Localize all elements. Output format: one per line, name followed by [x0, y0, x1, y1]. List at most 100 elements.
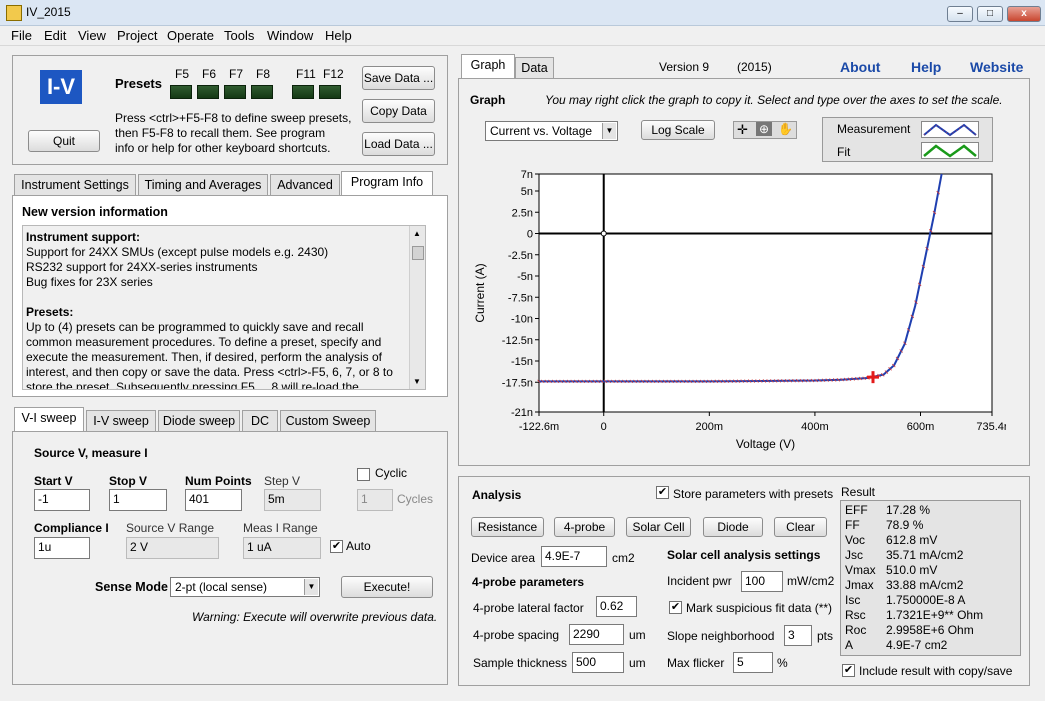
- result-key: EFF: [845, 503, 868, 517]
- sense-mode-value: 2-pt (local sense): [175, 580, 268, 594]
- tab-program-info[interactable]: Program Info: [341, 171, 433, 195]
- tab-diode-sweep[interactable]: Diode sweep: [158, 410, 240, 432]
- tab-graph[interactable]: Graph: [461, 54, 515, 78]
- legend-measurement-swatch[interactable]: [921, 121, 979, 138]
- scroll-up-icon[interactable]: ▲: [413, 229, 421, 238]
- four-probe-button[interactable]: 4-probe: [554, 517, 615, 537]
- result-box[interactable]: EFF 17.28 % FF 78.9 % Voc 612.8 mV Jsc 35.71 mA…: [840, 500, 1021, 656]
- website-link[interactable]: Website: [970, 59, 1023, 75]
- mark-suspicious-checkbox[interactable]: ✔: [669, 601, 682, 614]
- tab-custom-sweep[interactable]: Custom Sweep: [280, 410, 376, 432]
- tab-iv-sweep[interactable]: I-V sweep: [86, 410, 156, 432]
- copy-data-button[interactable]: Copy Data: [362, 99, 435, 123]
- solar-cell-button[interactable]: Solar Cell: [626, 517, 691, 537]
- x-axis-label: Voltage (V): [736, 437, 795, 451]
- menu-file[interactable]: File: [11, 28, 32, 43]
- include-result-checkbox[interactable]: ✔: [842, 664, 855, 677]
- max-flicker-input[interactable]: 5: [733, 652, 773, 673]
- preset-led-f5[interactable]: [170, 85, 192, 99]
- tab-vi-sweep[interactable]: V-I sweep: [14, 407, 84, 431]
- compliance-input[interactable]: 1u: [34, 537, 90, 559]
- menu-tools[interactable]: Tools: [224, 28, 254, 43]
- tab-advanced[interactable]: Advanced: [270, 174, 340, 196]
- pan-hand-icon[interactable]: ✋: [778, 122, 793, 136]
- maximize-button[interactable]: □: [977, 6, 1003, 22]
- iv-chart[interactable]: 7n 5n 2.5n 0 -2.5n -5n -7.5n -10n -12.5n -15n -17.…: [466, 165, 1008, 460]
- tab-timing-and-averages[interactable]: Timing and Averages: [138, 174, 268, 196]
- menu-view[interactable]: View: [78, 28, 106, 43]
- clear-button[interactable]: Clear: [774, 517, 827, 537]
- log-scale-button[interactable]: Log Scale: [641, 120, 715, 140]
- preset-led-f6[interactable]: [197, 85, 219, 99]
- close-button[interactable]: x: [1007, 6, 1041, 22]
- preset-led-f11[interactable]: [292, 85, 314, 99]
- result-row: Isc 1.750000E-8 A: [845, 593, 1017, 608]
- store-parameters-checkbox[interactable]: ✔: [656, 486, 669, 499]
- max-flicker-label: Max flicker: [667, 656, 725, 670]
- menu-help[interactable]: Help: [325, 28, 352, 43]
- compliance-label: Compliance I: [34, 521, 109, 535]
- graph-label: Graph: [470, 93, 506, 107]
- plot-type-select[interactable]: Current vs. Voltage ▼: [485, 121, 618, 141]
- menu-window[interactable]: Window: [267, 28, 313, 43]
- cursor-crosshair-icon[interactable]: ✛: [737, 122, 748, 138]
- legend-fit-swatch[interactable]: [921, 142, 979, 159]
- resistance-button[interactable]: Resistance: [471, 517, 544, 537]
- graph-palette: ✛ ⊕ ✋: [733, 121, 797, 139]
- menu-edit[interactable]: Edit: [44, 28, 66, 43]
- tab-instrument-settings[interactable]: Instrument Settings: [14, 174, 136, 196]
- slope-neighborhood-input[interactable]: 3: [784, 625, 812, 646]
- cyclic-checkbox[interactable]: [357, 468, 370, 481]
- program-info-line: execute the measurement. Then, if desire…: [26, 350, 382, 364]
- result-value: 33.88 mA/cm2: [886, 578, 964, 592]
- cycles-input[interactable]: 1: [357, 489, 393, 511]
- preset-led-f12[interactable]: [319, 85, 341, 99]
- program-info-scrollbar[interactable]: ▲ ▼: [409, 226, 425, 389]
- preset-key-f12: F12: [323, 67, 344, 81]
- probe-spacing-input[interactable]: 2290: [569, 624, 624, 645]
- preset-key-f5: F5: [175, 67, 190, 81]
- preset-led-f7[interactable]: [224, 85, 246, 99]
- y-tick-label: 0: [527, 229, 533, 241]
- incident-power-input[interactable]: 100: [741, 571, 783, 592]
- program-info-line: Bug fixes for 23X series: [26, 275, 153, 289]
- plot-legend: Measurement Fit: [822, 117, 993, 162]
- sense-mode-select[interactable]: 2-pt (local sense) ▼: [170, 577, 320, 597]
- meas-i-range-field: 1 uA: [243, 537, 321, 559]
- execute-button[interactable]: Execute!: [341, 576, 433, 598]
- result-value: 78.9 %: [886, 518, 924, 532]
- sample-thickness-input[interactable]: 500: [572, 652, 624, 673]
- scrollbar-thumb[interactable]: [412, 246, 424, 260]
- result-row: Voc 612.8 mV: [845, 533, 1017, 548]
- start-v-input[interactable]: -1: [34, 489, 90, 511]
- help-link[interactable]: Help: [911, 59, 941, 75]
- y-tick-label: -5n: [517, 271, 533, 283]
- num-points-input[interactable]: 401: [185, 489, 242, 511]
- fit-line-icon: [923, 144, 977, 158]
- store-parameters-label: Store parameters with presets: [673, 487, 834, 501]
- lateral-factor-input[interactable]: 0.62: [596, 596, 637, 617]
- program-info-line: Presets:: [26, 305, 74, 319]
- tab-dc[interactable]: DC: [242, 410, 278, 432]
- minimize-button[interactable]: –: [947, 6, 973, 22]
- diode-button[interactable]: Diode: [703, 517, 763, 537]
- menu-operate[interactable]: Operate: [167, 28, 214, 43]
- chart-svg[interactable]: 7n 5n 2.5n 0 -2.5n -5n -7.5n -10n -12.5n -15n -17.…: [466, 165, 1008, 460]
- tab-data[interactable]: Data: [515, 57, 554, 79]
- zoom-icon[interactable]: ⊕: [756, 122, 772, 136]
- about-link[interactable]: About: [840, 59, 880, 75]
- preset-help-line-3: info or help for other keyboard shortcut…: [115, 141, 331, 155]
- device-area-input[interactable]: 4.9E-7: [541, 546, 607, 567]
- program-info-textbox[interactable]: Instrument support: Support for 24XX SMUs…: [22, 225, 426, 390]
- load-data-button[interactable]: Load Data ...: [362, 132, 435, 156]
- stop-v-input[interactable]: 1: [109, 489, 167, 511]
- y-axis-label: Current (A): [473, 263, 487, 322]
- menu-project[interactable]: Project: [117, 28, 157, 43]
- auto-checkbox[interactable]: ✔: [330, 540, 343, 553]
- preset-led-f8[interactable]: [251, 85, 273, 99]
- save-data-button[interactable]: Save Data ...: [362, 66, 435, 90]
- quit-button[interactable]: Quit: [28, 130, 100, 152]
- scroll-down-icon[interactable]: ▼: [413, 377, 421, 386]
- y-tick-label: -7.5n: [508, 292, 533, 304]
- execute-warning: Warning: Execute will overwrite previous…: [192, 610, 438, 624]
